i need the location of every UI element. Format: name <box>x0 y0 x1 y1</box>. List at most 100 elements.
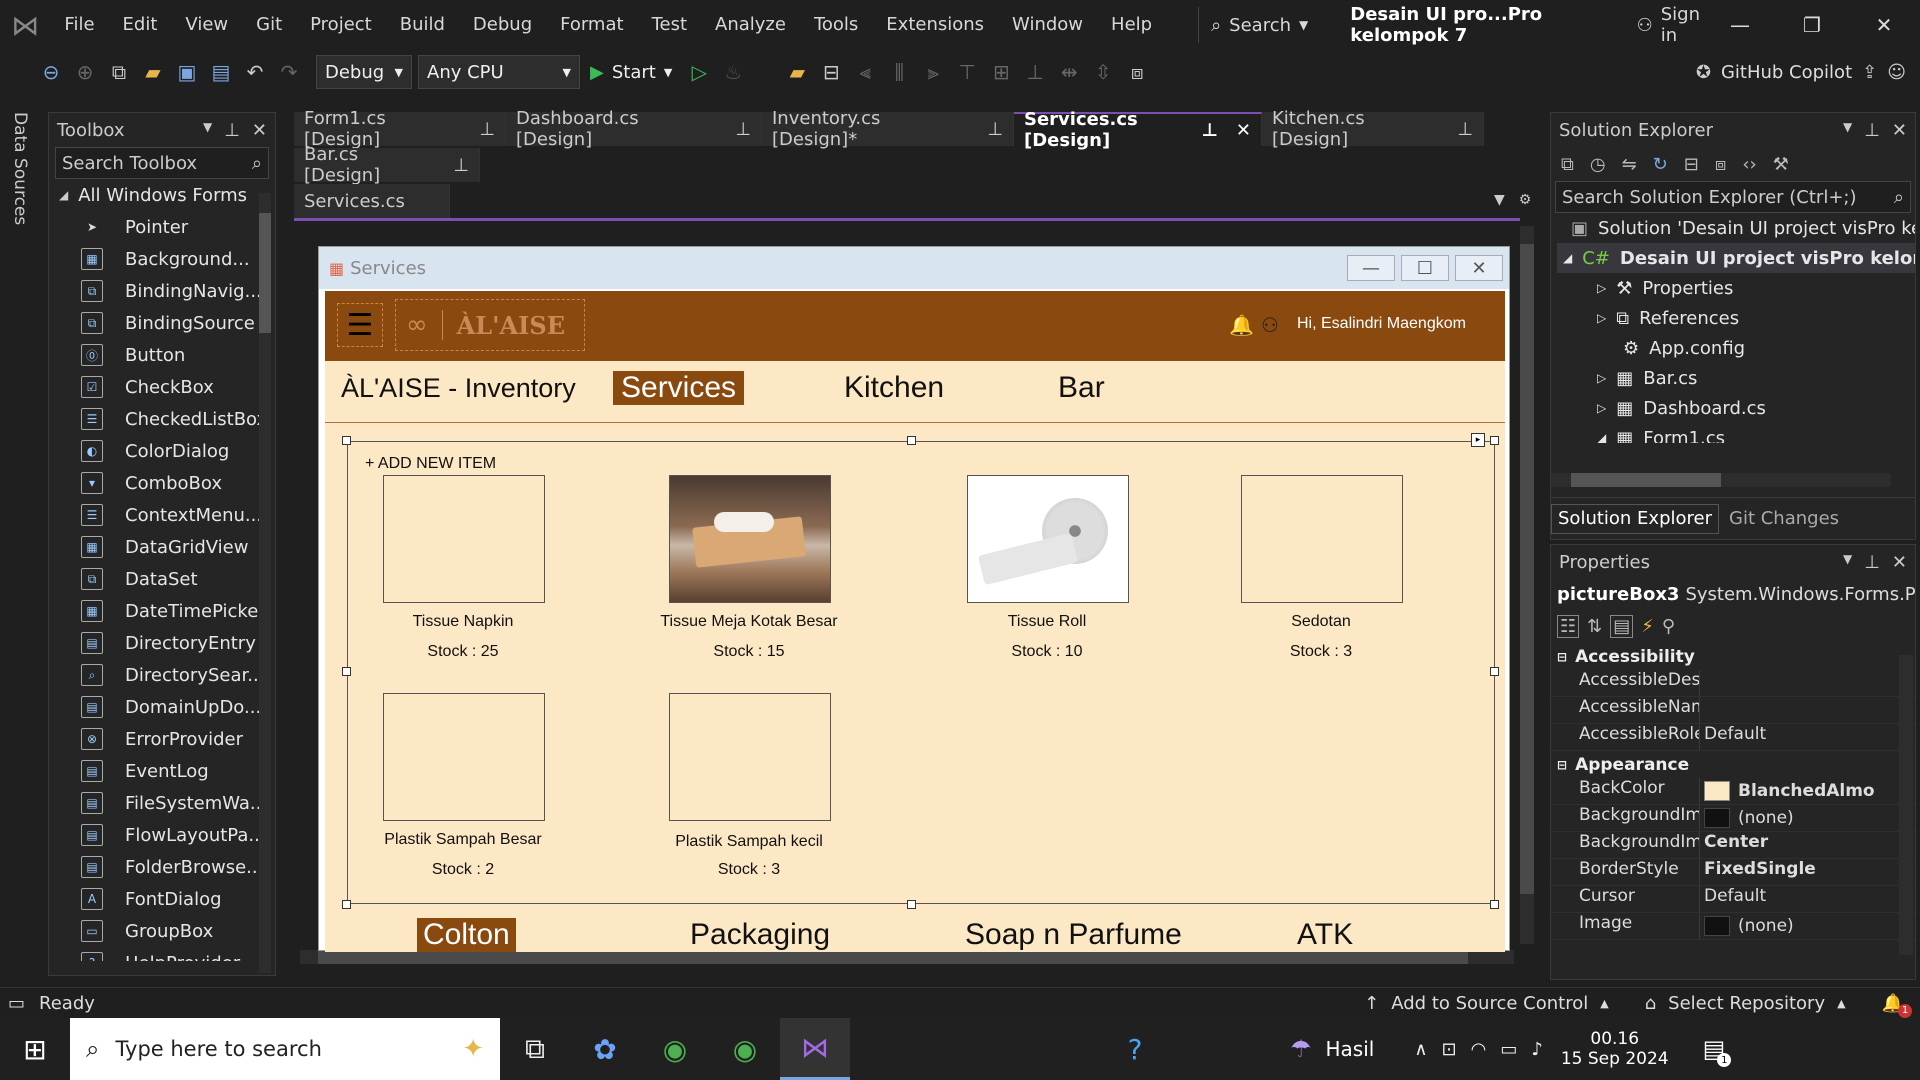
properties-scrollbar[interactable] <box>1899 655 1913 955</box>
back-icon[interactable]: ⊖ <box>34 55 68 89</box>
properties-icon[interactable]: ▤ <box>1610 614 1634 638</box>
sync-icon[interactable]: ⇋ <box>1622 154 1637 175</box>
prop-value[interactable]: FixedSingle <box>1699 859 1915 885</box>
toolbox-item[interactable]: ▤ FileSystemWa... <box>49 787 275 819</box>
toolbox-item[interactable]: ▤ FolderBrowse... <box>49 851 275 883</box>
hot-reload-icon[interactable]: ♨ <box>716 55 750 89</box>
chevron-up-icon[interactable]: ∧ <box>1414 1039 1427 1060</box>
tab-solution-explorer[interactable]: Solution Explorer <box>1551 503 1719 534</box>
toolbox-item[interactable]: ▤ DomainUpDo... <box>49 691 275 723</box>
category-soap[interactable]: Soap n Parfume <box>965 918 1182 952</box>
menu-git[interactable]: Git <box>242 0 296 50</box>
bell-icon[interactable]: 🔔 <box>1229 313 1254 337</box>
new-project-icon[interactable]: ⧉ <box>102 55 136 89</box>
windows-start-icon[interactable]: ⊞ <box>0 1018 70 1080</box>
resize-handle[interactable] <box>342 667 351 676</box>
prop-value[interactable] <box>1699 670 1915 696</box>
align-center-icon[interactable]: ⫼ <box>882 55 916 89</box>
hamburger-menu-icon[interactable]: ☰ <box>337 303 383 347</box>
item-picture-3[interactable] <box>967 475 1129 603</box>
add-item-button[interactable]: + ADD NEW ITEM <box>365 455 496 473</box>
copilot-button[interactable]: GitHub Copilot <box>1721 62 1852 83</box>
close-icon[interactable]: ✕ <box>252 120 267 141</box>
pin-icon[interactable]: ⊥ <box>987 119 1003 140</box>
alphabetical-icon[interactable]: ⇅ <box>1587 616 1602 637</box>
minimize-button[interactable]: — <box>1704 13 1776 37</box>
designer-hscrollbar[interactable] <box>300 950 1514 964</box>
prop-row[interactable]: Cursor Default <box>1551 886 1915 913</box>
toolbox-item[interactable]: ⧉ BindingNavig... <box>49 275 275 307</box>
copilot-app-icon[interactable]: ✿ <box>570 1018 640 1080</box>
item-picture-1[interactable] <box>383 475 545 603</box>
menu-file[interactable]: File <box>50 0 108 50</box>
toolbox-item[interactable]: ▾ ComboBox <box>49 467 275 499</box>
tab-services-design[interactable]: Services.cs [Design] ⊥ ✕ <box>1014 109 1262 151</box>
toolbox-item[interactable]: ⧉ DataSet <box>49 563 275 595</box>
weather-widget[interactable]: ☂ Hasil <box>1290 1035 1374 1063</box>
forward-icon[interactable]: ⊕ <box>68 55 102 89</box>
clock[interactable]: 00.16 15 Sep 2024 <box>1561 1029 1669 1069</box>
notifications-button[interactable]: 🔔 1 <box>1882 993 1912 1018</box>
refresh-icon[interactable]: ↻ <box>1653 154 1668 175</box>
item-picture-4[interactable] <box>1241 475 1403 603</box>
form-close-button[interactable]: ✕ <box>1455 255 1503 281</box>
restore-button[interactable]: ❐ <box>1776 13 1848 37</box>
gear-icon[interactable]: ⚙ <box>1519 192 1532 208</box>
prop-value[interactable]: (none) <box>1699 805 1915 831</box>
add-to-source-control-button[interactable]: Add to Source Control <box>1391 993 1588 1014</box>
resize-handle[interactable] <box>907 436 916 445</box>
notification-center-icon[interactable]: ▤ 1 <box>1703 1035 1732 1067</box>
spacing-icon[interactable]: ⇹ <box>1052 55 1086 89</box>
volume-icon[interactable]: ♪ <box>1531 1039 1543 1060</box>
wifi-icon[interactable]: ◠ <box>1471 1039 1487 1060</box>
item-picture-5[interactable] <box>383 693 545 821</box>
toolbox-item[interactable]: A FontDialog <box>49 883 275 915</box>
menu-window[interactable]: Window <box>998 0 1097 50</box>
align-middle-icon[interactable]: ⊞ <box>984 55 1018 89</box>
toolbox-item[interactable]: ⌕ DirectorySear... <box>49 659 275 691</box>
battery-icon[interactable]: ▭ <box>1500 1039 1517 1060</box>
resize-handle[interactable] <box>907 900 916 909</box>
resize-handle[interactable] <box>342 900 351 909</box>
category-atk[interactable]: ATK <box>1297 918 1353 952</box>
tab-bar-design[interactable]: Bar.cs [Design] ⊥ <box>294 144 480 186</box>
menu-tools[interactable]: Tools <box>800 0 872 50</box>
resize-handle[interactable] <box>342 436 351 445</box>
pin-icon[interactable]: ⊥ <box>224 120 240 141</box>
signin-button[interactable]: ⚇ Sign in <box>1637 4 1704 46</box>
task-view-icon[interactable]: ⧉ <box>500 1018 570 1080</box>
data-sources-tab[interactable]: Data Sources <box>10 112 30 225</box>
bring-front-icon[interactable]: ⧈ <box>1120 55 1154 89</box>
solution-search-input[interactable]: Search Solution Explorer (Ctrl+;) ⌕ <box>1555 181 1911 213</box>
history-icon[interactable]: ◷ <box>1590 154 1606 175</box>
categorized-icon[interactable]: ☷ <box>1557 614 1580 638</box>
menu-test[interactable]: Test <box>638 0 701 50</box>
prop-row[interactable]: BackgroundImage (none) <box>1551 805 1915 832</box>
menu-analyze[interactable]: Analyze <box>701 0 800 50</box>
prop-row[interactable]: AccessibleRole Default <box>1551 724 1915 751</box>
show-all-files-icon[interactable]: ⧈ <box>1715 154 1726 175</box>
feedback-icon[interactable]: ☺ <box>1887 62 1906 83</box>
toolbox-item[interactable]: ▤ EventLog <box>49 755 275 787</box>
size-icon[interactable]: ⇳ <box>1086 55 1120 89</box>
align-bottom-icon[interactable]: ⊥ <box>1018 55 1052 89</box>
user-icon[interactable]: ⚇ <box>1261 313 1279 337</box>
tree-solution[interactable]: ▣ Solution 'Desain UI project visPro ke <box>1557 213 1915 243</box>
output-icon[interactable]: ▭ <box>8 993 25 1014</box>
prop-value[interactable]: Center <box>1699 832 1915 858</box>
redo-icon[interactable]: ↷ <box>272 55 306 89</box>
tree-form1-cs[interactable]: ◢ ▦ Form1.cs <box>1557 423 1915 444</box>
menu-project[interactable]: Project <box>296 0 386 50</box>
toolbox-item[interactable]: ⊗ ErrorProvider <box>49 723 275 755</box>
toolbox-item[interactable]: ▭ GroupBox <box>49 915 275 947</box>
toolbox-item[interactable]: ➤ Pointer <box>49 211 275 243</box>
save-all-icon[interactable]: ▤ <box>204 55 238 89</box>
tree-appconfig[interactable]: ⚙ App.config <box>1557 333 1915 363</box>
toolbox-item[interactable]: ▦ Background... <box>49 243 275 275</box>
close-icon[interactable]: ✕ <box>1892 120 1907 141</box>
chevron-down-icon[interactable]: ▼ <box>1843 120 1852 141</box>
start-without-debug-icon[interactable]: ▷ <box>682 55 716 89</box>
close-button[interactable]: ✕ <box>1848 13 1920 37</box>
switch-views-icon[interactable]: ⧉ <box>1561 154 1574 175</box>
pin-icon[interactable]: ⊥ <box>1201 120 1217 141</box>
